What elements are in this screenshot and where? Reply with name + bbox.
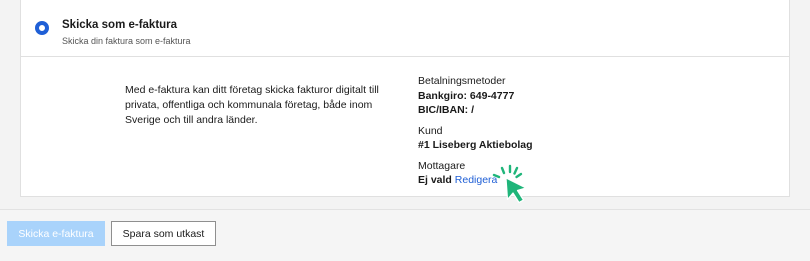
bankgiro-value: Bankgiro: 649-4777 [418, 89, 515, 102]
e-invoice-card: Skicka som e-faktura Skicka din faktura … [20, 0, 790, 197]
e-invoice-description: Med e-faktura kan ditt företag skicka fa… [125, 84, 379, 126]
e-invoice-radio[interactable] [35, 21, 49, 35]
invoice-send-panel: Skicka som e-faktura Skicka din faktura … [0, 0, 810, 210]
save-draft-button[interactable]: Spara som utkast [111, 221, 216, 246]
bic-iban-value: BIC/IBAN: / [418, 104, 474, 116]
customer-label: Kund [418, 124, 443, 137]
payment-methods-label: Betalningsmetoder [418, 75, 506, 87]
recipient-value: Ej vald [418, 174, 452, 186]
send-e-invoice-button[interactable]: Skicka e-faktura [7, 221, 105, 246]
customer-value: #1 Liseberg Aktiebolag [418, 139, 533, 151]
pointer-cursor-icon [486, 162, 536, 210]
option-title: Skicka som e-faktura [62, 19, 178, 31]
e-invoice-option[interactable]: Skicka som e-faktura Skicka din faktura … [21, 0, 789, 57]
option-subtitle: Skicka din faktura som e-faktura [62, 36, 191, 46]
